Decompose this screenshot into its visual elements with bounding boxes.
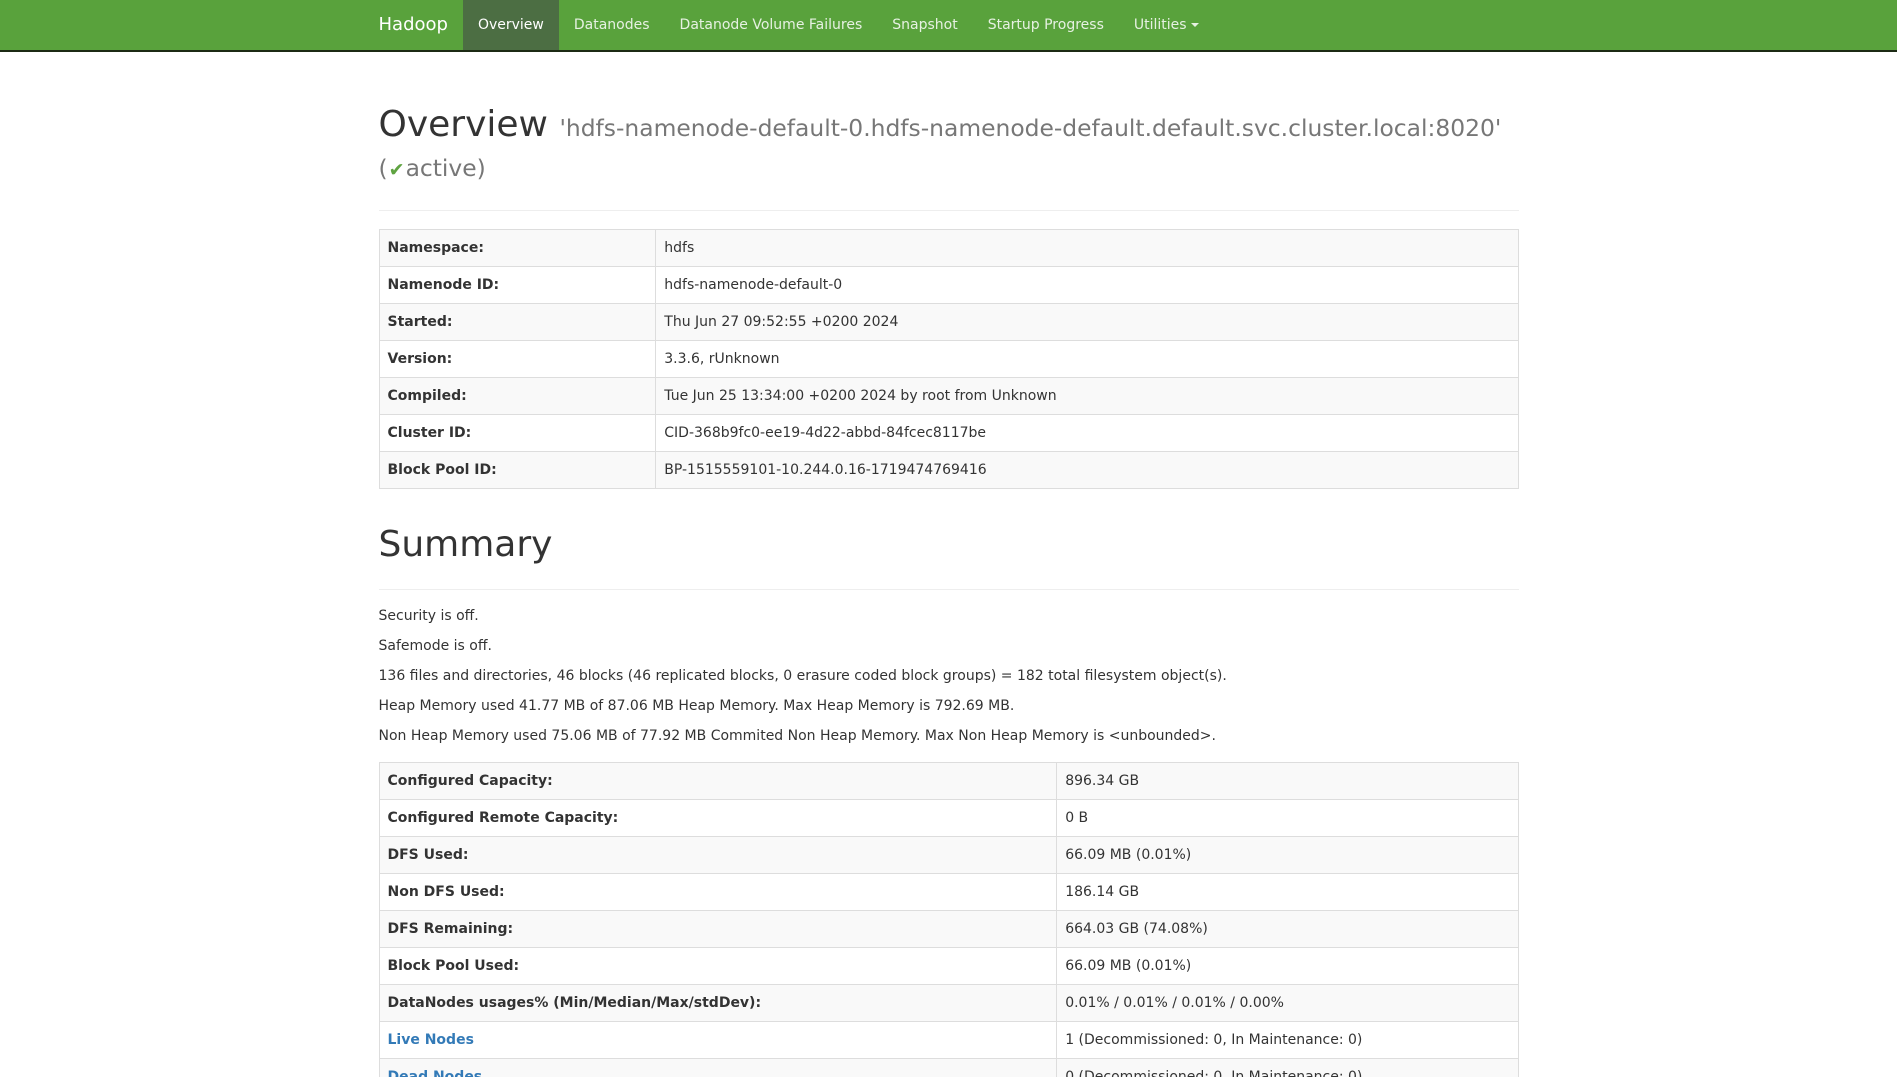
table-row: DataNodes usages% (Min/Median/Max/stdDev… [379,984,1518,1021]
row-value: 66.09 MB (0.01%) [1057,947,1518,984]
summary-page-header: Summary [379,525,1519,590]
nav-link-overview[interactable]: Overview [463,0,559,50]
nav-item-datanode-volume-failures: Datanode Volume Failures [665,0,878,50]
table-row: Dead Nodes 0 (Decommissioned: 0, In Main… [379,1058,1518,1077]
summary-security-line: Security is off. [379,606,1519,626]
row-label: Namenode ID: [379,267,656,304]
dead-nodes-link[interactable]: Dead Nodes [388,1069,483,1077]
table-row: Live Nodes 1 (Decommissioned: 0, In Main… [379,1021,1518,1058]
nav-item-startup-progress: Startup Progress [973,0,1119,50]
navbar-menu: Overview Datanodes Datanode Volume Failu… [463,0,1214,50]
table-row: Configured Remote Capacity: 0 B [379,799,1518,836]
nav-link-utilities-dropdown[interactable]: Utilities [1119,0,1214,50]
row-value: 896.34 GB [1057,762,1518,799]
row-value: Thu Jun 27 09:52:55 +0200 2024 [656,304,1518,341]
nav-link-utilities-label: Utilities [1134,17,1187,33]
status-close-paren: ) [477,154,486,182]
top-navbar: Hadoop Overview Datanodes Datanode Volum… [0,0,1897,52]
table-row: Compiled: Tue Jun 25 13:34:00 +0200 2024… [379,378,1518,415]
table-row: DFS Remaining: 664.03 GB (74.08%) [379,910,1518,947]
row-label: Non DFS Used: [379,873,1057,910]
row-value: Tue Jun 25 13:34:00 +0200 2024 by root f… [656,378,1518,415]
table-row: Block Pool ID: BP-1515559101-10.244.0.16… [379,452,1518,489]
status-label: active [406,154,477,182]
row-label: Started: [379,304,656,341]
summary-title: Summary [379,525,1519,565]
summary-heap-memory-line: Heap Memory used 41.77 MB of 87.06 MB He… [379,696,1519,716]
row-label: DFS Remaining: [379,910,1057,947]
capacity-metrics-table: Configured Capacity: 896.34 GB Configure… [379,762,1519,1077]
nav-link-snapshot[interactable]: Snapshot [877,0,972,50]
summary-safemode-line: Safemode is off. [379,636,1519,656]
row-label: Live Nodes [379,1021,1057,1058]
summary-filesystem-objects-line: 136 files and directories, 46 blocks (46… [379,666,1519,686]
row-label: Configured Remote Capacity: [379,799,1057,836]
table-row: Started: Thu Jun 27 09:52:55 +0200 2024 [379,304,1518,341]
row-label: Cluster ID: [379,415,656,452]
namenode-endpoint: 'hdfs-namenode-default-0.hdfs-namenode-d… [559,114,1501,142]
nav-item-overview: Overview [463,0,559,50]
nav-item-utilities: Utilities [1119,0,1214,50]
page-title-text: Overview [379,104,549,145]
status-open-paren: ( [379,154,388,182]
table-row: Version: 3.3.6, rUnknown [379,341,1518,378]
row-value: hdfs [656,230,1518,267]
main-content: Overview 'hdfs-namenode-default-0.hdfs-n… [364,105,1534,1077]
row-label: Namespace: [379,230,656,267]
row-value: hdfs-namenode-default-0 [656,267,1518,304]
row-value: 186.14 GB [1057,873,1518,910]
summary-non-heap-memory-line: Non Heap Memory used 75.06 MB of 77.92 M… [379,726,1519,746]
table-row: Namespace: hdfs [379,230,1518,267]
row-label: Version: [379,341,656,378]
check-icon: ✔ [388,159,406,181]
row-label: Configured Capacity: [379,762,1057,799]
row-label: Dead Nodes [379,1058,1057,1077]
row-label: Block Pool Used: [379,947,1057,984]
nav-link-datanode-volume-failures[interactable]: Datanode Volume Failures [665,0,878,50]
nav-item-snapshot: Snapshot [877,0,972,50]
namenode-status: (✔active) [379,154,486,182]
row-value: 664.03 GB (74.08%) [1057,910,1518,947]
table-row: Block Pool Used: 66.09 MB (0.01%) [379,947,1518,984]
row-label: DataNodes usages% (Min/Median/Max/stdDev… [379,984,1057,1021]
row-value: 3.3.6, rUnknown [656,341,1518,378]
caret-down-icon [1191,23,1199,27]
nav-item-datanodes: Datanodes [559,0,665,50]
row-value: 1 (Decommissioned: 0, In Maintenance: 0) [1057,1021,1518,1058]
namenode-info-table: Namespace: hdfs Namenode ID: hdfs-nameno… [379,229,1519,489]
table-row: Cluster ID: CID-368b9fc0-ee19-4d22-abbd-… [379,415,1518,452]
live-nodes-link[interactable]: Live Nodes [388,1032,474,1048]
row-label: Compiled: [379,378,656,415]
table-row: Configured Capacity: 896.34 GB [379,762,1518,799]
nav-link-datanodes[interactable]: Datanodes [559,0,665,50]
brand-hadoop[interactable]: Hadoop [364,0,463,50]
row-value: BP-1515559101-10.244.0.16-1719474769416 [656,452,1518,489]
row-value: 0.01% / 0.01% / 0.01% / 0.00% [1057,984,1518,1021]
nav-link-startup-progress[interactable]: Startup Progress [973,0,1119,50]
row-value: 66.09 MB (0.01%) [1057,836,1518,873]
table-row: Namenode ID: hdfs-namenode-default-0 [379,267,1518,304]
row-value: 0 B [1057,799,1518,836]
overview-page-header: Overview 'hdfs-namenode-default-0.hdfs-n… [379,105,1519,211]
table-row: Non DFS Used: 186.14 GB [379,873,1518,910]
table-row: DFS Used: 66.09 MB (0.01%) [379,836,1518,873]
row-label: Block Pool ID: [379,452,656,489]
row-label: DFS Used: [379,836,1057,873]
row-value: 0 (Decommissioned: 0, In Maintenance: 0) [1057,1058,1518,1077]
row-value: CID-368b9fc0-ee19-4d22-abbd-84fcec8117be [656,415,1518,452]
page-title: Overview 'hdfs-namenode-default-0.hdfs-n… [379,105,1519,184]
